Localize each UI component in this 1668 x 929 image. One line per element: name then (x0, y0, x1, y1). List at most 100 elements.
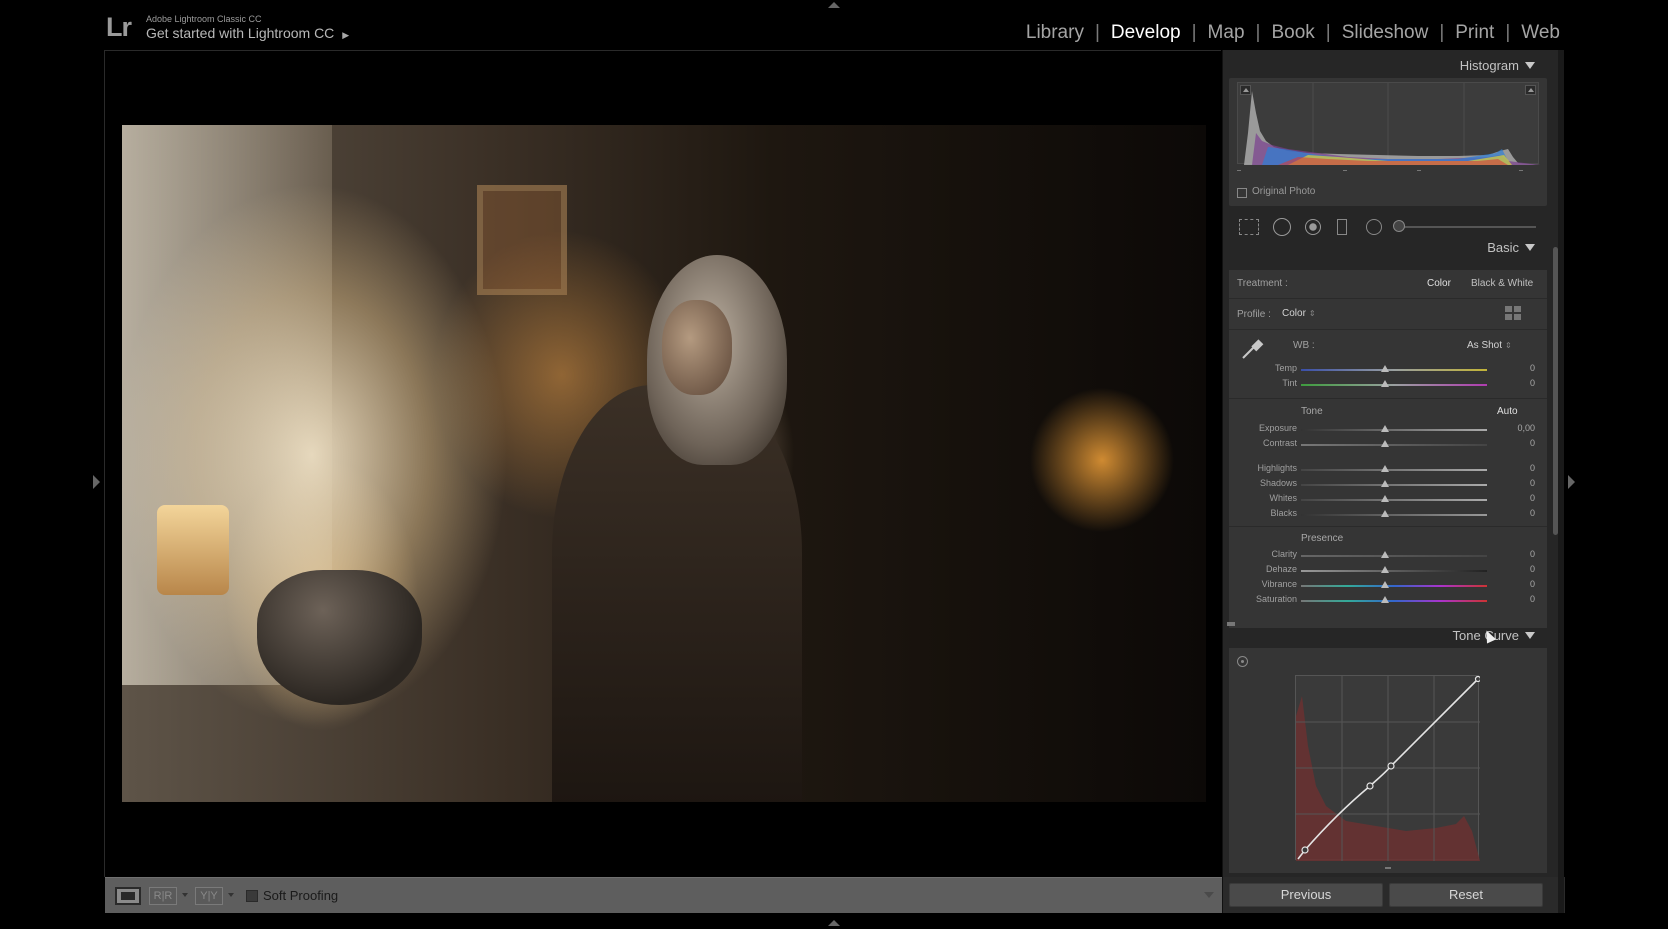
tone-curve-graph[interactable] (1295, 675, 1482, 861)
adjustment-brush-icon[interactable] (1393, 220, 1405, 232)
saturation-slider[interactable] (1301, 600, 1487, 602)
auto-tone-button[interactable]: Auto (1497, 406, 1518, 417)
crop-tool-icon[interactable] (1239, 219, 1259, 235)
shadow-clipping-icon[interactable] (1240, 85, 1251, 95)
panel-scrollbar[interactable] (1553, 247, 1558, 535)
temp-value[interactable]: 0 (1530, 363, 1535, 373)
wb-eyedropper-icon[interactable] (1239, 336, 1265, 362)
tint-label: Tint (1282, 378, 1297, 388)
vibrance-value[interactable]: 0 (1530, 579, 1535, 589)
module-library[interactable]: Library (1019, 22, 1091, 44)
exposure-value[interactable]: 0,00 (1517, 423, 1535, 433)
saturation-thumb[interactable] (1381, 596, 1389, 603)
soft-proofing-checkbox[interactable] (246, 890, 258, 902)
loupe-view-button[interactable] (115, 887, 141, 905)
histogram-header[interactable]: Histogram (1223, 52, 1553, 78)
expand-left-panel-icon[interactable] (93, 475, 100, 489)
blacks-slider[interactable] (1301, 514, 1487, 516)
expand-filmstrip-right-icon[interactable] (1568, 475, 1575, 489)
tint-value[interactable]: 0 (1530, 378, 1535, 388)
histogram-title[interactable]: Histogram (1460, 58, 1519, 73)
module-book[interactable]: Book (1264, 22, 1321, 44)
saturation-slider-row: Saturation 0 (1229, 594, 1547, 608)
module-develop[interactable]: Develop (1104, 22, 1188, 44)
swap-dropdown-icon[interactable] (228, 893, 234, 897)
toolbar-menu-icon[interactable] (1204, 892, 1214, 898)
photo-pot (257, 570, 422, 705)
reset-button[interactable]: Reset (1389, 883, 1543, 907)
updown-icon[interactable]: ⇕ (1505, 341, 1512, 350)
clarity-slider[interactable] (1301, 555, 1487, 557)
get-started-link[interactable]: Get started with Lightroom CC ▶ (146, 25, 349, 41)
dehaze-value[interactable]: 0 (1530, 564, 1535, 574)
whites-thumb[interactable] (1381, 495, 1389, 502)
histogram-curve (1238, 83, 1540, 165)
before-after-button[interactable]: R|R (149, 887, 177, 905)
contrast-thumb[interactable] (1381, 440, 1389, 447)
highlights-thumb[interactable] (1381, 465, 1389, 472)
temp-slider[interactable] (1301, 369, 1487, 371)
exposure-thumb[interactable] (1381, 425, 1389, 432)
vibrance-thumb[interactable] (1381, 581, 1389, 588)
shadows-value[interactable]: 0 (1530, 478, 1535, 488)
curve-expand-icon[interactable] (1385, 867, 1391, 869)
saturation-value[interactable]: 0 (1530, 594, 1535, 604)
clarity-value[interactable]: 0 (1530, 549, 1535, 559)
dehaze-thumb[interactable] (1381, 566, 1389, 573)
highlight-clipping-icon[interactable] (1525, 85, 1536, 95)
collapse-triangle-icon[interactable] (1525, 632, 1535, 639)
exposure-label: Exposure (1258, 423, 1297, 433)
contrast-slider[interactable] (1301, 444, 1487, 446)
contrast-value[interactable]: 0 (1530, 438, 1535, 448)
shadows-slider[interactable] (1301, 484, 1487, 486)
module-web[interactable]: Web (1514, 22, 1567, 44)
basic-title[interactable]: Basic (1487, 240, 1519, 255)
wb-value[interactable]: As Shot (1467, 340, 1502, 351)
temp-thumb[interactable] (1381, 365, 1389, 372)
updown-icon[interactable]: ⇕ (1309, 309, 1316, 318)
get-started-label[interactable]: Get started with Lightroom CC (146, 25, 334, 41)
wb-select[interactable]: As Shot ⇕ (1467, 340, 1512, 351)
vibrance-slider[interactable] (1301, 585, 1487, 587)
exposure-slider[interactable] (1301, 429, 1487, 431)
module-map[interactable]: Map (1201, 22, 1252, 44)
collapse-top-icon[interactable] (828, 2, 840, 8)
highlights-value[interactable]: 0 (1530, 463, 1535, 473)
collapse-triangle-icon[interactable] (1525, 244, 1535, 251)
clarity-thumb[interactable] (1381, 551, 1389, 558)
play-arrow-icon[interactable]: ▶ (342, 30, 349, 40)
profile-browser-icon[interactable] (1505, 306, 1521, 320)
before-after-dropdown-icon[interactable] (182, 893, 188, 897)
collapse-bottom-icon[interactable] (828, 920, 840, 926)
red-eye-icon[interactable] (1305, 219, 1321, 235)
module-slideshow[interactable]: Slideshow (1335, 22, 1436, 44)
previous-button[interactable]: Previous (1229, 883, 1383, 907)
blacks-thumb[interactable] (1381, 510, 1389, 517)
whites-slider[interactable] (1301, 499, 1487, 501)
targeted-adjustment-icon[interactable] (1237, 656, 1248, 667)
module-print[interactable]: Print (1448, 22, 1501, 44)
before-after-swap-button[interactable]: Y|Y (195, 887, 223, 905)
tint-slider[interactable] (1301, 384, 1487, 386)
whites-value[interactable]: 0 (1530, 493, 1535, 503)
treatment-color-button[interactable]: Color (1427, 278, 1451, 289)
shadows-thumb[interactable] (1381, 480, 1389, 487)
profile-select[interactable]: Color ⇕ (1282, 308, 1316, 319)
dehaze-slider[interactable] (1301, 570, 1487, 572)
highlights-slider[interactable] (1301, 469, 1487, 471)
radial-filter-icon[interactable] (1366, 219, 1382, 235)
original-photo-label[interactable]: Original Photo (1252, 186, 1315, 197)
brush-slider[interactable] (1396, 226, 1536, 228)
graduated-filter-icon[interactable] (1337, 219, 1347, 235)
tone-curve-header[interactable]: Tone Curve (1223, 622, 1553, 648)
original-photo-checkbox[interactable] (1237, 188, 1247, 198)
blacks-value[interactable]: 0 (1530, 508, 1535, 518)
basic-header[interactable]: Basic (1223, 234, 1553, 260)
collapse-triangle-icon[interactable] (1525, 62, 1535, 69)
histogram-graph[interactable] (1237, 82, 1540, 165)
tint-thumb[interactable] (1381, 380, 1389, 387)
photo-preview[interactable] (122, 125, 1206, 802)
profile-value[interactable]: Color (1282, 308, 1306, 319)
treatment-bw-button[interactable]: Black & White (1471, 278, 1533, 289)
soft-proofing-label[interactable]: Soft Proofing (263, 888, 338, 903)
